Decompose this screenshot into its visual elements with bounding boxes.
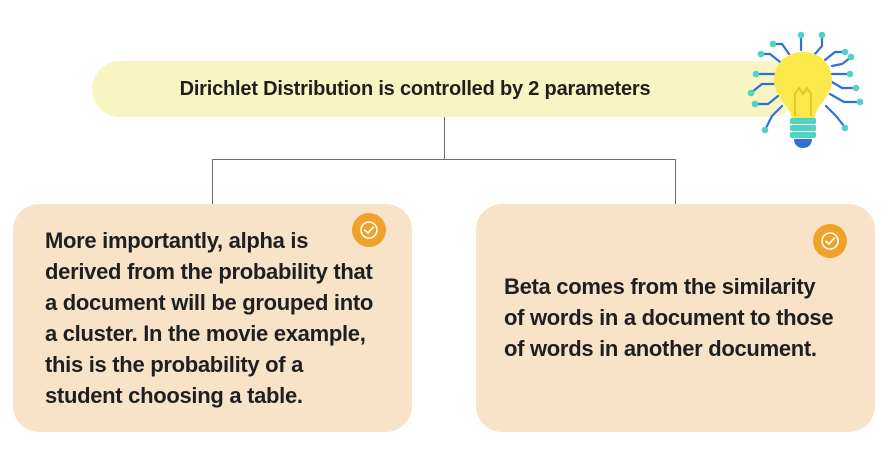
alpha-card-text: More importantly, alpha is derived from … [45, 228, 374, 408]
beta-card-text: Beta comes from the similarity of words … [504, 274, 834, 361]
connector-vertical-top [444, 117, 445, 159]
check-icon [360, 221, 378, 239]
beta-card: Beta comes from the similarity of words … [476, 204, 875, 432]
lightbulb-circuit-icon [747, 31, 864, 148]
connector-right-drop [675, 159, 676, 204]
header-pill: Dirichlet Distribution is controlled by … [92, 61, 798, 117]
connector-left-drop [212, 159, 213, 204]
check-icon [821, 232, 839, 250]
beta-check-badge [813, 224, 847, 258]
diagram-title: Dirichlet Distribution is controlled by … [179, 77, 651, 100]
alpha-card: More importantly, alpha is derived from … [13, 204, 412, 432]
connector-horizontal [212, 159, 676, 160]
alpha-check-badge [352, 213, 386, 247]
